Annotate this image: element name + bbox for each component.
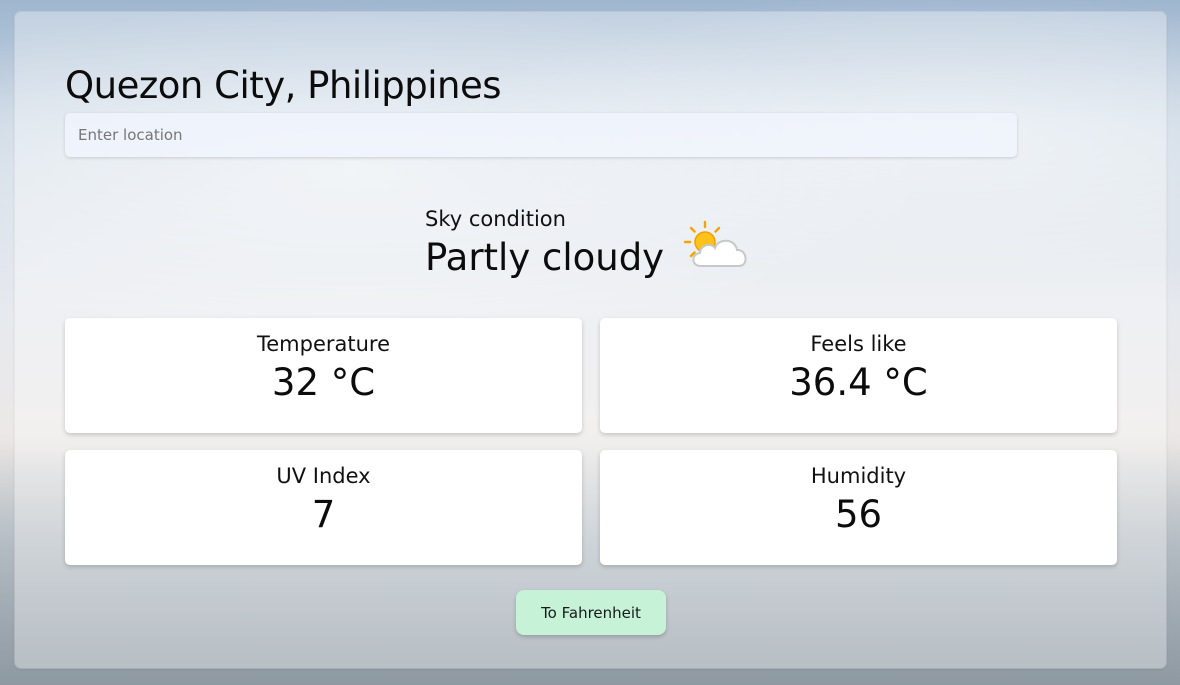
- uv-index-value: 7: [311, 493, 336, 536]
- temperature-value: 32 °C: [271, 361, 376, 404]
- humidity-label: Humidity: [810, 464, 907, 488]
- uv-index-label: UV Index: [276, 464, 371, 488]
- sky-condition-value: Partly cloudy: [425, 236, 665, 279]
- partly-cloudy-icon: [683, 220, 747, 267]
- feels-like-card: Feels like 36.4 °C: [600, 318, 1117, 433]
- humidity-card: Humidity 56: [600, 450, 1117, 565]
- location-search-input[interactable]: [65, 113, 1017, 157]
- feels-like-value: 36.4 °C: [789, 361, 928, 404]
- to-fahrenheit-button[interactable]: To Fahrenheit: [516, 590, 666, 635]
- sky-condition-label: Sky condition: [425, 207, 566, 231]
- location-title: Quezon City, Philippines: [65, 64, 502, 107]
- temperature-label: Temperature: [256, 332, 391, 356]
- temperature-card: Temperature 32 °C: [65, 318, 582, 433]
- weather-card: Quezon City, Philippines Sky condition P…: [15, 12, 1166, 668]
- humidity-value: 56: [834, 493, 883, 536]
- sky-condition: Sky condition Partly cloudy: [425, 206, 664, 282]
- uv-index-card: UV Index 7: [65, 450, 582, 565]
- feels-like-label: Feels like: [810, 332, 907, 356]
